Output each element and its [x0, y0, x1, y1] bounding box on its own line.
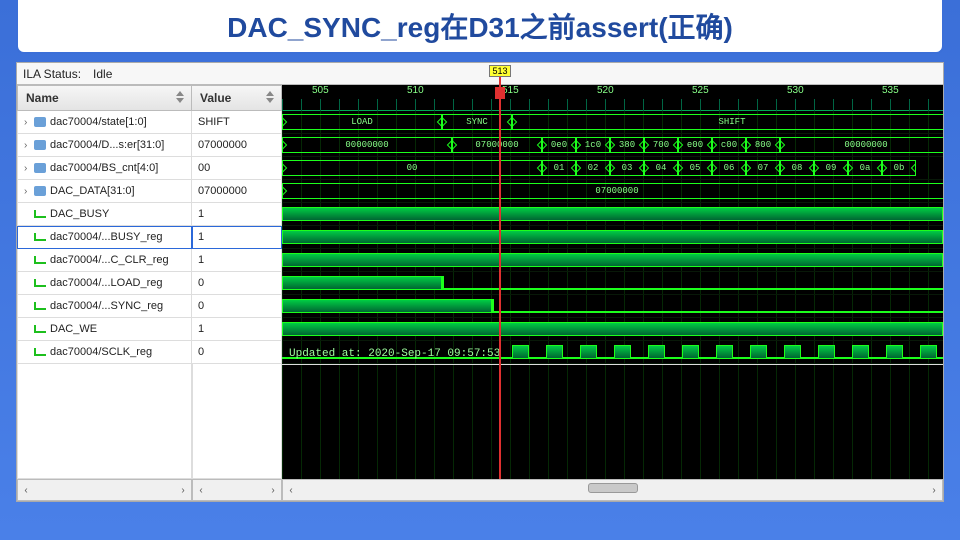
- bus-icon: [34, 140, 46, 150]
- signal-name-busyreg[interactable]: dac70004/...BUSY_reg: [17, 226, 192, 249]
- wave-row-state[interactable]: LOADSYNCSHIFT: [282, 111, 943, 134]
- signal-name-dser[interactable]: ›dac70004/D...s:er[31:0]: [17, 134, 192, 157]
- signal-value[interactable]: 07000000: [192, 134, 282, 157]
- value-header[interactable]: Value: [192, 85, 282, 111]
- signal-value[interactable]: 1: [192, 226, 282, 249]
- hscroll-name[interactable]: ‹ ›: [17, 479, 192, 501]
- bottom-scroll: ‹ › ‹ › ‹ ›: [17, 479, 943, 501]
- status-label: ILA Status:: [17, 67, 87, 81]
- bit-icon: [34, 256, 46, 264]
- value-filler: [192, 364, 282, 479]
- signal-name-syncreg[interactable]: dac70004/...SYNC_reg: [17, 295, 192, 318]
- bit-icon: [34, 279, 46, 287]
- time-cursor[interactable]: [499, 77, 501, 479]
- bus-icon: [34, 117, 46, 127]
- wave-row-dser[interactable]: 00000000070000000e01c0380700e00c00800000…: [282, 134, 943, 157]
- signal-name-state[interactable]: ›dac70004/state[1:0]: [17, 111, 192, 134]
- bus-icon: [34, 186, 46, 196]
- status-row: ILA Status: Idle: [17, 63, 943, 85]
- signal-value[interactable]: 00: [192, 157, 282, 180]
- waveform-grid: Name ›dac70004/state[1:0] ›dac70004/D...…: [17, 85, 943, 479]
- time-marker-tag[interactable]: 513: [489, 65, 511, 77]
- wave-row-busyreg[interactable]: [282, 226, 943, 249]
- time-ruler[interactable]: 505510515520525530535: [282, 85, 943, 111]
- arrow-right-icon[interactable]: ›: [926, 482, 942, 498]
- value-column: Value SHIFT 07000000 00 07000000 1 1 1 0…: [192, 85, 282, 479]
- updated-timestamp: Updated at: 2020-Sep-17 09:57:53: [289, 348, 500, 360]
- wave-row-dacwe[interactable]: [282, 318, 943, 341]
- name-column: Name ›dac70004/state[1:0] ›dac70004/D...…: [17, 85, 192, 479]
- bit-icon: [34, 348, 46, 356]
- signal-value[interactable]: 1: [192, 203, 282, 226]
- signal-value[interactable]: 07000000: [192, 180, 282, 203]
- arrow-right-icon[interactable]: ›: [175, 482, 191, 498]
- bit-icon: [34, 210, 46, 218]
- wave-row-dacbusy[interactable]: [282, 203, 943, 226]
- signal-value[interactable]: 0: [192, 295, 282, 318]
- slide-title: DAC_SYNC_reg在D31之前assert(正确): [18, 6, 942, 46]
- bit-icon: [34, 325, 46, 333]
- wave-row-dacdata[interactable]: 07000000: [282, 180, 943, 203]
- signal-value[interactable]: 1: [192, 318, 282, 341]
- arrow-right-icon[interactable]: ›: [265, 482, 281, 498]
- sort-icon[interactable]: [263, 90, 277, 104]
- wave-filler: Updated at: 2020-Sep-17 09:57:53: [282, 364, 943, 365]
- wave-row-loadreg[interactable]: [282, 272, 943, 295]
- cursor-handle[interactable]: [495, 87, 505, 99]
- signal-name-bscnt[interactable]: ›dac70004/BS_cnt[4:0]: [17, 157, 192, 180]
- arrow-left-icon[interactable]: ‹: [18, 482, 34, 498]
- bit-icon: [34, 302, 46, 310]
- hscroll-wave[interactable]: ‹ ›: [282, 479, 943, 501]
- title-bar: DAC_SYNC_reg在D31之前assert(正确): [16, 0, 944, 54]
- signal-value[interactable]: SHIFT: [192, 111, 282, 134]
- sort-icon[interactable]: [173, 90, 187, 104]
- scroll-thumb[interactable]: [588, 483, 638, 493]
- bus-icon: [34, 163, 46, 173]
- signal-name-cclrreg[interactable]: dac70004/...C_CLR_reg: [17, 249, 192, 272]
- signal-value[interactable]: 1: [192, 249, 282, 272]
- waveform-column[interactable]: 505510515520525530535 LOADSYNCSHIFT 0000…: [282, 85, 943, 479]
- signal-name-dacwe[interactable]: DAC_WE: [17, 318, 192, 341]
- signal-name-sclkreg[interactable]: dac70004/SCLK_reg: [17, 341, 192, 364]
- signal-name-dacdata[interactable]: ›DAC_DATA[31:0]: [17, 180, 192, 203]
- signal-name-dacbusy[interactable]: DAC_BUSY: [17, 203, 192, 226]
- bit-icon: [34, 233, 46, 241]
- slide-frame: DAC_SYNC_reg在D31之前assert(正确) ILA Status:…: [0, 0, 960, 518]
- name-filler: [17, 364, 192, 479]
- status-value: Idle: [87, 67, 118, 81]
- wave-row-bscnt[interactable]: 000102030405060708090a0b: [282, 157, 943, 180]
- ila-viewer: ILA Status: Idle 513 ▲ Name ›dac70004/st…: [16, 62, 944, 502]
- signal-name-loadreg[interactable]: dac70004/...LOAD_reg: [17, 272, 192, 295]
- arrow-left-icon[interactable]: ‹: [283, 482, 299, 498]
- wave-row-cclrreg[interactable]: [282, 249, 943, 272]
- signal-value[interactable]: 0: [192, 272, 282, 295]
- name-header[interactable]: Name: [17, 85, 192, 111]
- hscroll-value[interactable]: ‹ ›: [192, 479, 282, 501]
- wave-row-syncreg[interactable]: [282, 295, 943, 318]
- arrow-left-icon[interactable]: ‹: [193, 482, 209, 498]
- signal-value[interactable]: 0: [192, 341, 282, 364]
